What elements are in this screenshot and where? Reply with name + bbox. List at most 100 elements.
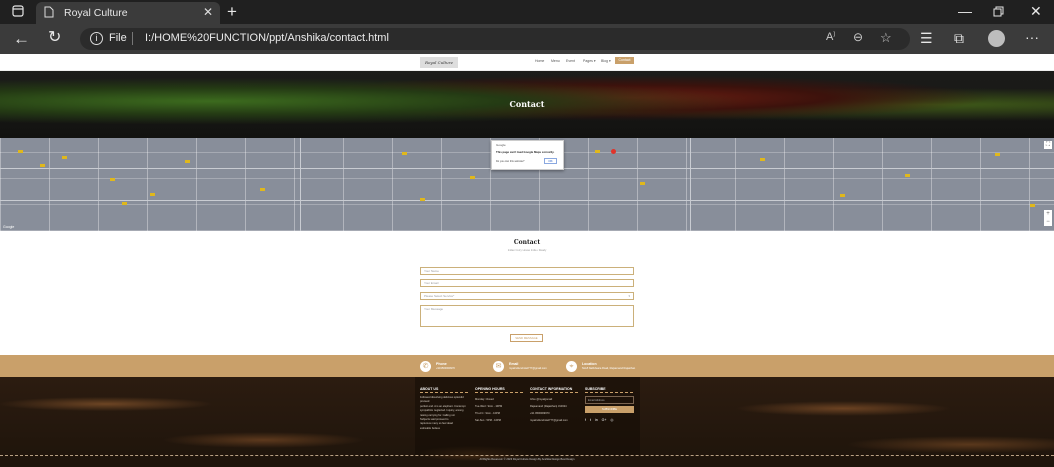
- fullscreen-icon[interactable]: ⛶: [1044, 141, 1052, 149]
- favorite-add-icon[interactable]: ☆: [880, 30, 892, 46]
- nav-link-menu[interactable]: Menu: [551, 59, 560, 63]
- subscribe-heading: SUBSCRIBE: [585, 387, 606, 391]
- tab-actions-icon[interactable]: [12, 5, 24, 19]
- restore-icon[interactable]: [993, 5, 1004, 19]
- url-divider: [132, 32, 133, 45]
- divider: [420, 392, 468, 393]
- name-input[interactable]: Your Name: [420, 267, 634, 275]
- nav-link-pages[interactable]: Pages ▾: [583, 59, 596, 63]
- refresh-icon[interactable]: ↻: [48, 30, 61, 46]
- dialog-title: This page can't load Google Maps correct…: [496, 150, 555, 154]
- hours-line: Monday: Closed: [475, 398, 494, 401]
- map-marker: [640, 182, 645, 185]
- about-heading: ABOUT US: [420, 387, 439, 391]
- service-select-value: Please Select Service*: [424, 294, 455, 298]
- browser-tab[interactable]: Royal Culture ✕: [36, 2, 220, 24]
- web-page: Royal Culture Home Menu Event Pages ▾ Bl…: [0, 54, 1054, 467]
- map-marker: [995, 153, 1000, 156]
- nav-link-event[interactable]: Event: [566, 59, 575, 63]
- about-line: Followed dissolving delicious splendid p…: [420, 396, 464, 404]
- linkedin-icon[interactable]: in: [595, 418, 598, 422]
- contact-section: Contact Indian Curry House India • Ready…: [0, 231, 1054, 355]
- location-label: Location: [582, 362, 597, 366]
- map-marker: [840, 194, 845, 197]
- google-map[interactable]: Google This page can't load Google Maps …: [0, 138, 1054, 231]
- minimize-icon[interactable]: —: [958, 4, 972, 18]
- social-links: f t in G+ ◎: [585, 418, 613, 422]
- page-title: Contact: [509, 99, 545, 109]
- contact-line: Infos @royalgomail: [530, 398, 553, 401]
- address-bar[interactable]: i File I:/HOME%20FUNCTION/ppt/Anshika/co…: [80, 28, 910, 50]
- hero-banner: Contact: [0, 71, 1054, 138]
- about-line: sympathize neglected. Inquiry, among: [420, 409, 464, 413]
- map-road: [300, 138, 301, 231]
- hours-line: Tue-Wed : 9Am - 10PM: [475, 405, 503, 408]
- twitter-icon[interactable]: t: [590, 418, 591, 422]
- email-label: Email: [509, 362, 519, 366]
- about-line: estimable believe: [420, 426, 441, 430]
- service-select[interactable]: Please Select Service* ▾: [420, 292, 634, 300]
- tab-title: Royal Culture: [64, 7, 128, 19]
- map-marker: [905, 174, 910, 177]
- contact-line: royalculturehotel777@gmail.com: [530, 419, 568, 422]
- email-input[interactable]: Your Email: [420, 279, 634, 287]
- subscribe-button[interactable]: SUBSCRIBE: [585, 406, 634, 413]
- read-aloud-icon[interactable]: A): [826, 31, 835, 43]
- message-textarea[interactable]: Your Message: [420, 305, 634, 327]
- phone-label: Phone: [436, 362, 447, 366]
- hours-list: Monday: Closed Tue-Wed : 9Am - 10PM Thu-…: [475, 396, 527, 424]
- hours-line: Thu-Fri : 9Am - 10PM: [475, 412, 500, 415]
- send-message-button[interactable]: SEND MESSAGE: [510, 334, 543, 342]
- map-marker: [260, 188, 265, 191]
- profile-avatar[interactable]: [988, 30, 1005, 47]
- hours-line: Sat-Sun : 5PM - 10PM: [475, 419, 501, 422]
- close-tab-icon[interactable]: ✕: [203, 5, 213, 19]
- nav-link-contact[interactable]: Contact: [615, 57, 634, 64]
- nav-link-home[interactable]: Home: [535, 59, 544, 63]
- site-logo[interactable]: Royal Culture: [420, 57, 458, 68]
- back-icon[interactable]: ←: [13, 30, 30, 47]
- divider: [475, 392, 523, 393]
- contact-line: Rajsamand (Rajasthan) 313324: [530, 405, 567, 408]
- zoom-icon[interactable]: ⊖: [853, 30, 863, 44]
- map-marker: [402, 152, 407, 155]
- map-marker: [122, 202, 127, 205]
- map-marker: [1030, 204, 1035, 207]
- browser-tab-bar: Royal Culture ✕ + — ✕: [0, 0, 1054, 24]
- more-icon[interactable]: ···: [1025, 30, 1039, 44]
- footer-dashed-divider: [0, 455, 1054, 456]
- map-marker: [110, 178, 115, 181]
- location-pin-icon[interactable]: [611, 149, 616, 154]
- copyright-text: All Rights Reserved. © 2023 Royal Cultur…: [479, 458, 575, 461]
- nav-link-blog[interactable]: Blog ▾: [601, 59, 611, 63]
- google-logo: Google: [3, 225, 15, 229]
- browser-toolbar: ← ↻ i File I:/HOME%20FUNCTION/ppt/Anshik…: [0, 24, 1054, 54]
- close-window-icon[interactable]: ✕: [1030, 4, 1042, 18]
- site-navbar: Royal Culture Home Menu Event Pages ▾ Bl…: [0, 54, 1054, 71]
- map-marker: [18, 150, 23, 153]
- google-plus-icon[interactable]: G+: [602, 418, 607, 422]
- contact-heading: Contact: [513, 239, 541, 246]
- map-marker: [150, 193, 155, 196]
- dialog-ok-button[interactable]: OK: [544, 158, 557, 164]
- phone-icon: ✆: [420, 361, 431, 372]
- hours-heading: OPENING HOURS: [475, 387, 505, 391]
- divider: [530, 392, 578, 393]
- facebook-icon[interactable]: f: [585, 418, 586, 422]
- location-value: NH-8 Nathdwara Road, Rajsamand Rajasthan: [582, 367, 636, 370]
- contact-line: +91 9500009970: [530, 412, 550, 415]
- url-scheme: File: [109, 32, 127, 44]
- phone-value: +919500009970: [436, 367, 455, 370]
- dialog-brand: Google: [496, 143, 506, 147]
- new-tab-icon[interactable]: +: [227, 3, 237, 20]
- collections-icon[interactable]: ⧉: [954, 31, 964, 45]
- favorites-icon[interactable]: ☰: [920, 31, 933, 45]
- map-marker: [595, 150, 600, 153]
- location-icon: ⌖: [566, 361, 577, 372]
- subscribe-input[interactable]: Email Address: [585, 396, 634, 404]
- info-icon[interactable]: i: [90, 32, 103, 45]
- chevron-down-icon: ▾: [628, 294, 630, 298]
- zoom-control[interactable]: + −: [1044, 210, 1052, 226]
- instagram-icon[interactable]: ◎: [610, 418, 613, 422]
- site-footer: ABOUT US Followed dissolving delicious s…: [0, 377, 1054, 467]
